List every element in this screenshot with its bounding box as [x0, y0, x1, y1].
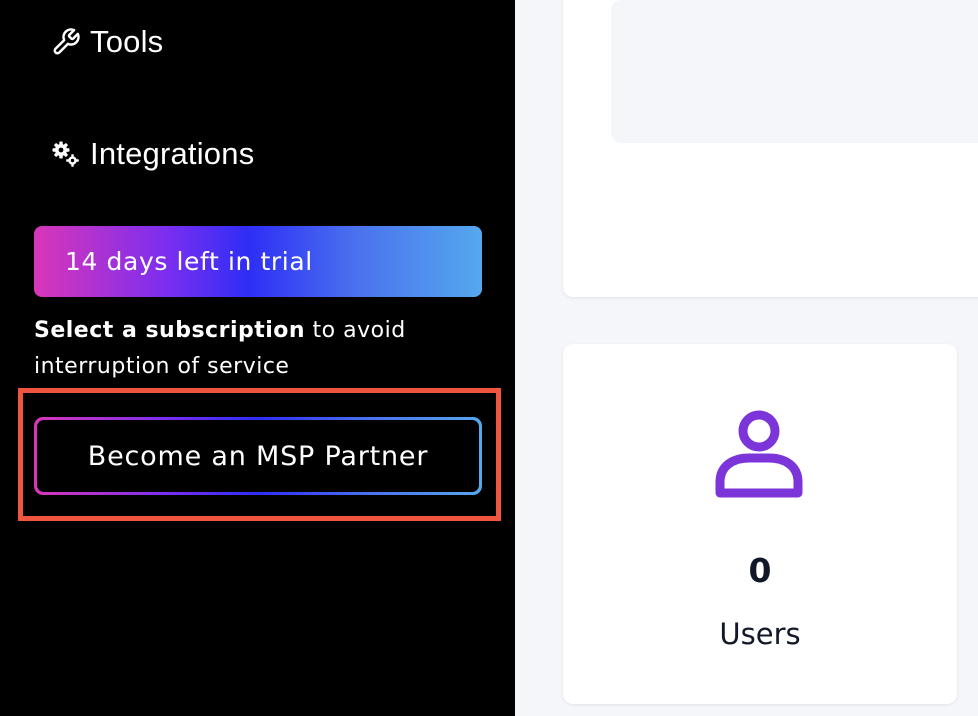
users-stat-card[interactable]: 0 Users	[563, 344, 957, 704]
wrench-icon	[50, 27, 81, 58]
sidebar-item-label: Integrations	[90, 136, 255, 171]
sidebar-item-integrations[interactable]: Integrations	[50, 134, 254, 174]
top-card	[563, 0, 978, 297]
sidebar-item-label: Tools	[90, 24, 164, 59]
users-label: Users	[719, 617, 801, 651]
gears-icon	[50, 139, 81, 170]
user-icon	[713, 406, 807, 500]
trial-banner: 14 days left in trial	[34, 226, 482, 297]
trial-banner-text: 14 days left in trial	[65, 247, 313, 276]
sidebar: Tools Integrations 14 days left in trial…	[0, 0, 515, 716]
subscription-notice-bold: Select a subscription	[34, 318, 306, 343]
users-count: 0	[748, 551, 772, 590]
placeholder-panel	[611, 0, 978, 143]
become-msp-partner-button[interactable]: Become an MSP Partner	[34, 417, 482, 495]
sidebar-item-tools[interactable]: Tools	[50, 22, 163, 62]
msp-button-inner: Become an MSP Partner	[37, 420, 479, 492]
main-content: 0 Users	[515, 0, 978, 716]
subscription-notice: Select a subscription to avoid interrupt…	[34, 313, 474, 385]
msp-button-label: Become an MSP Partner	[87, 440, 429, 472]
